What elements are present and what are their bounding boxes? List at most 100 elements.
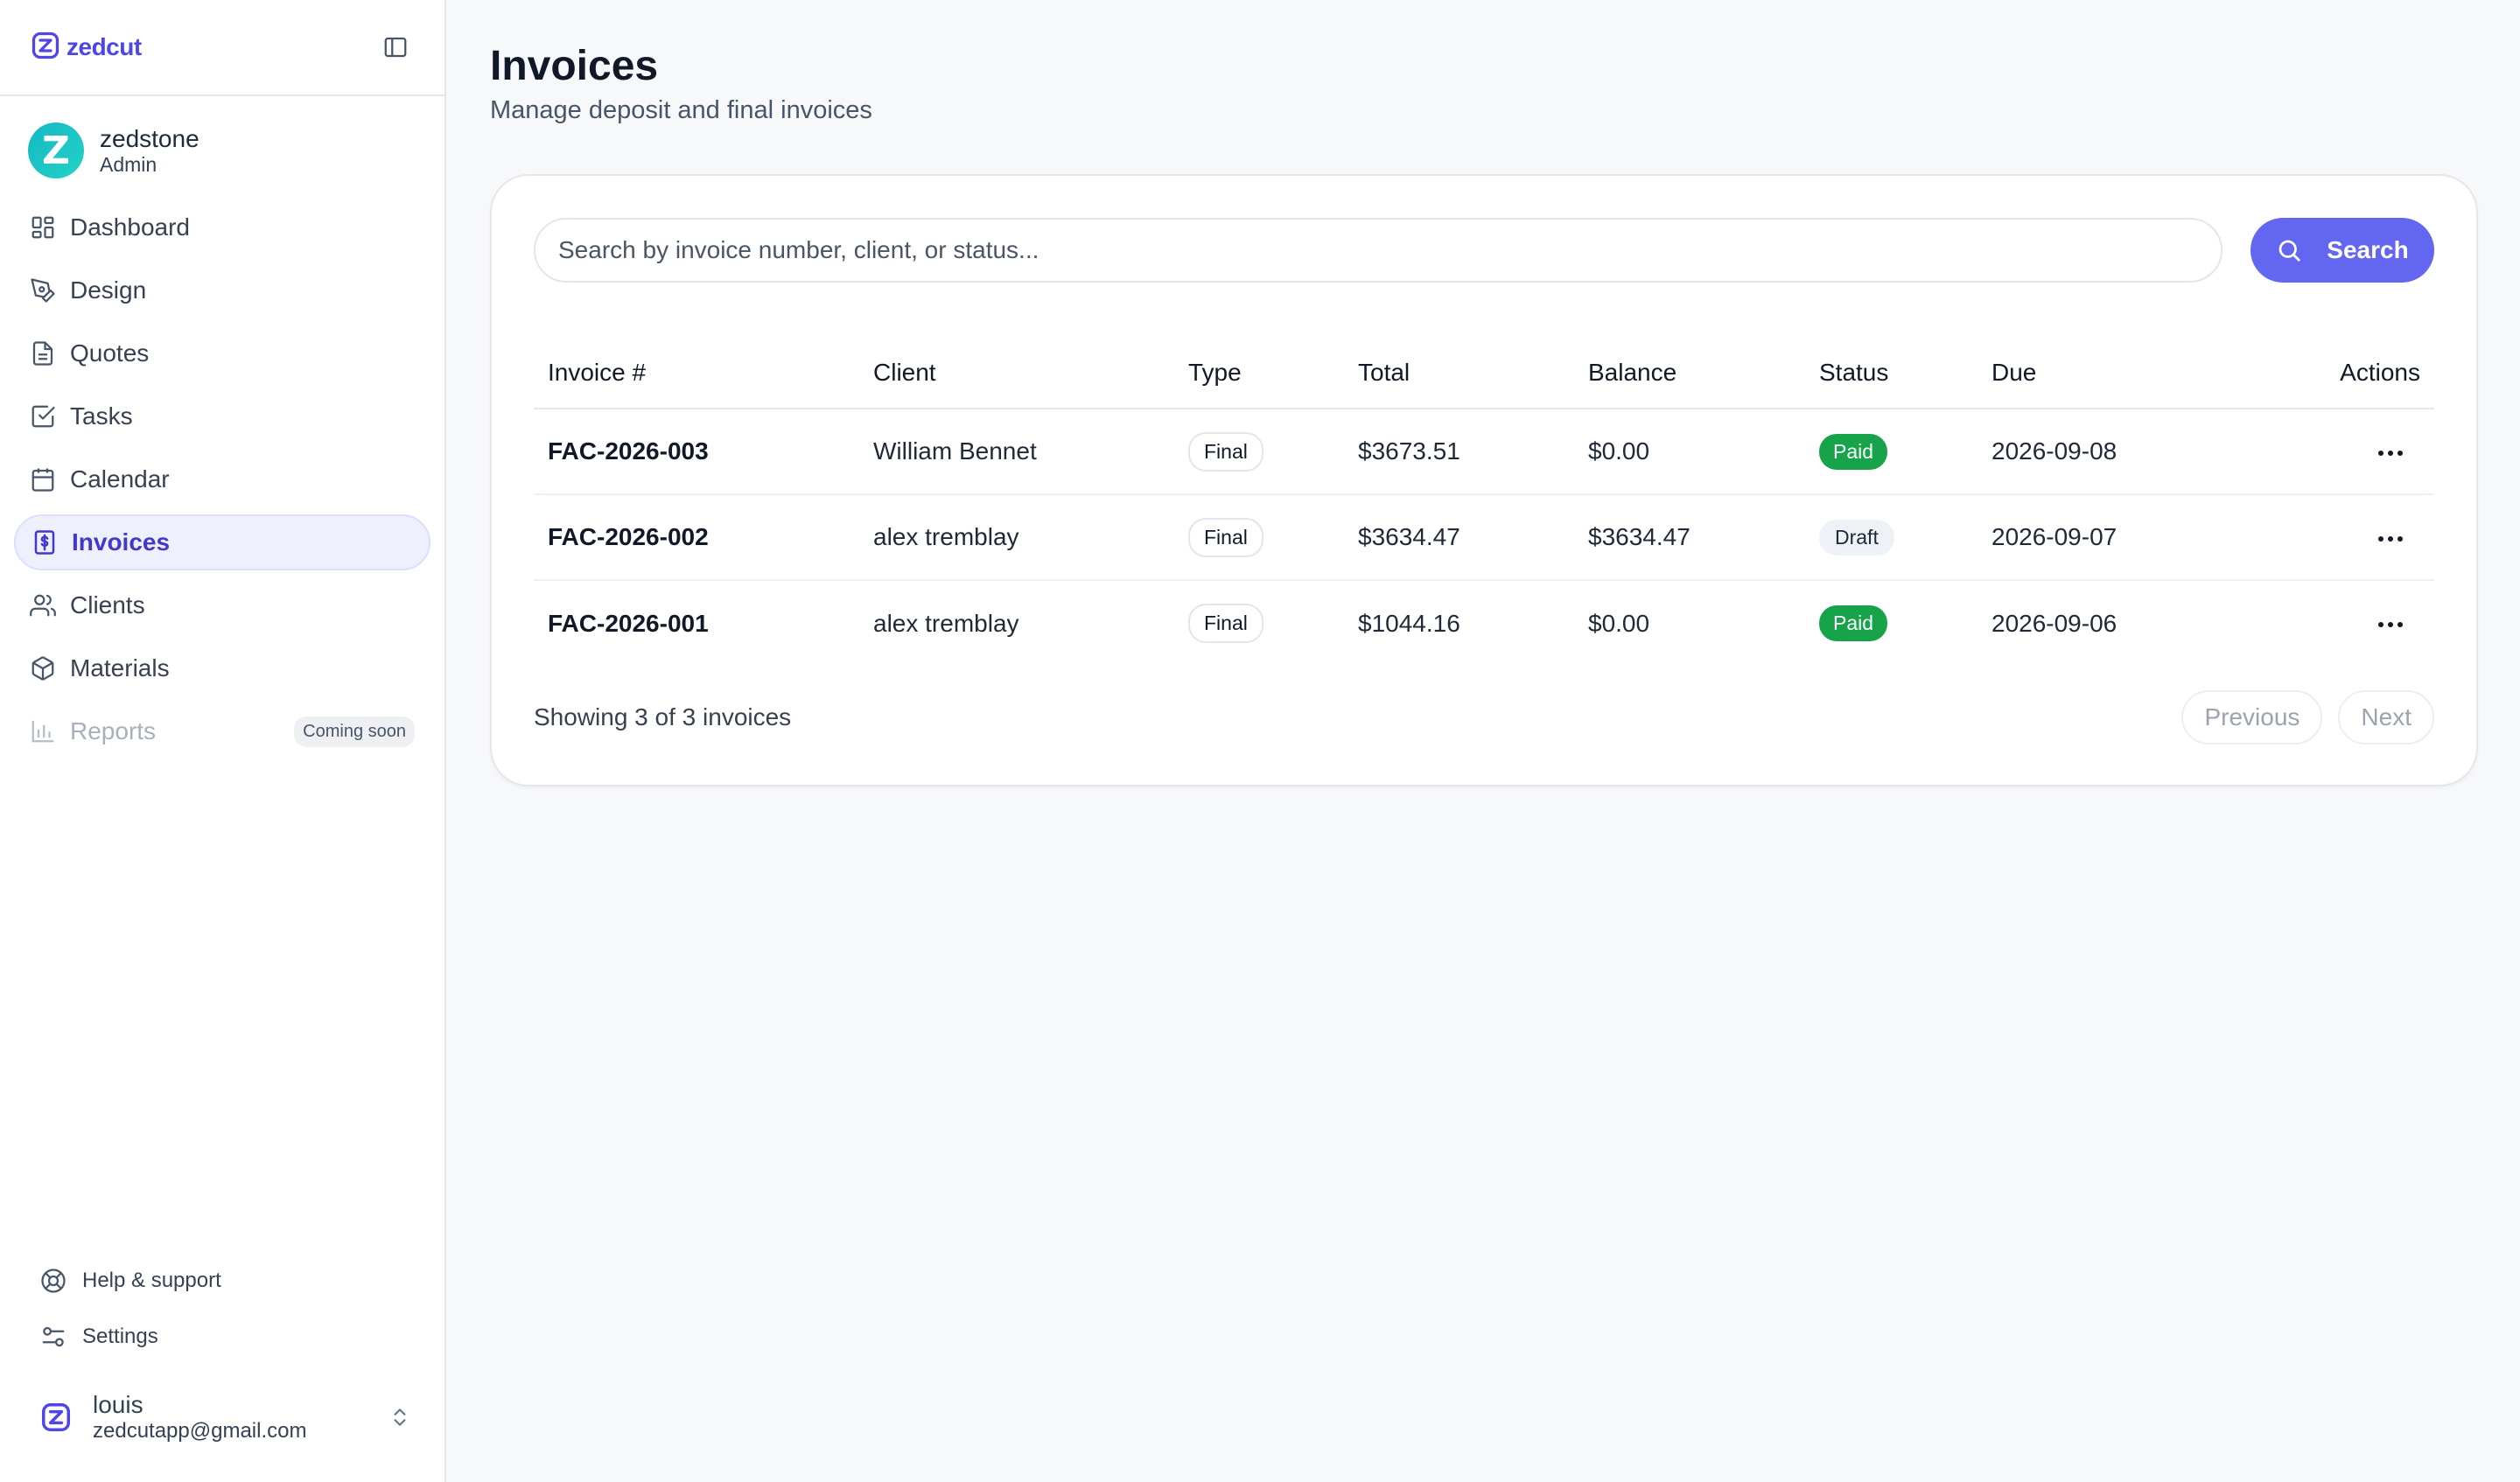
- type-cell: Final: [1174, 494, 1344, 581]
- status-cell: Paid: [1805, 580, 1978, 666]
- column-header-total[interactable]: Total: [1344, 337, 1574, 409]
- dollar-receipt-icon: [32, 529, 58, 556]
- column-header-type[interactable]: Type: [1174, 337, 1344, 409]
- sidebar-nav: Dashboard Design Quotes Tasks Calendar I…: [0, 199, 444, 759]
- balance-amount: $3634.47: [1574, 494, 1805, 581]
- sidebar-item-label: Materials: [70, 654, 170, 682]
- due-date: 2026-09-06: [1992, 609, 2118, 637]
- coming-soon-badge: Coming soon: [294, 716, 415, 747]
- pagination: Showing 3 of 3 invoices Previous Next: [534, 690, 2434, 744]
- actions-cell: [2205, 409, 2434, 495]
- zedcut-logo-icon: [30, 30, 61, 66]
- type-badge: Final: [1188, 517, 1264, 557]
- sidebar-item-clients[interactable]: Clients: [14, 577, 430, 633]
- balance-amount: $0.00: [1574, 409, 1805, 495]
- type-cell: Final: [1174, 409, 1344, 495]
- more-actions-icon[interactable]: [2378, 450, 2403, 456]
- help-support-link[interactable]: Help & support: [40, 1253, 418, 1309]
- profile-name: zedstone: [100, 125, 200, 152]
- bar-chart-icon: [30, 718, 56, 744]
- brand-logo[interactable]: zedcut: [30, 30, 142, 66]
- sidebar-item-label: Quotes: [70, 339, 150, 367]
- invoice-number[interactable]: FAC-2026-001: [534, 580, 859, 666]
- total-amount: $3634.47: [1344, 494, 1574, 581]
- box-icon: [30, 655, 56, 682]
- invoice-number[interactable]: FAC-2026-002: [534, 494, 859, 581]
- brand-header: zedcut: [0, 0, 444, 96]
- column-header-actions: Actions: [2205, 337, 2434, 409]
- user-menu[interactable]: louis zedcutapp@gmail.com: [0, 1391, 444, 1444]
- more-actions-icon[interactable]: [2378, 622, 2403, 628]
- sidebar-item-label: Clients: [70, 591, 145, 619]
- column-header-client[interactable]: Client: [859, 337, 1174, 409]
- user-avatar: [38, 1400, 74, 1435]
- search-icon: [2278, 240, 2300, 262]
- status-cell: Draft: [1805, 494, 1978, 581]
- due-date: 2026-09-07: [1978, 494, 2205, 581]
- status-badge: Paid: [1819, 433, 1888, 470]
- settings-link[interactable]: Settings: [40, 1309, 418, 1365]
- type-cell: Final: [1174, 580, 1344, 666]
- table-row[interactable]: FAC-2026-001 alex tremblay Final $1044.1…: [534, 580, 2434, 666]
- sidebar-item-label: Tasks: [70, 402, 133, 430]
- status-badge: Paid: [1819, 605, 1888, 641]
- status-badge: Draft: [1819, 519, 1894, 556]
- search-bar: Search: [534, 218, 2434, 283]
- actions-cell: [2205, 580, 2434, 666]
- pen-tool-icon: [30, 277, 56, 304]
- avatar: Z: [28, 122, 84, 178]
- user-name: louis: [93, 1391, 144, 1418]
- invoice-number[interactable]: FAC-2026-003: [534, 409, 859, 495]
- search-button-label: Search: [2327, 236, 2409, 263]
- sidebar-toggle-button[interactable]: [380, 31, 411, 63]
- sidebar-item-design[interactable]: Design: [14, 262, 430, 318]
- sidebar: zedcut Z zedstone Admin Dashboard Design…: [0, 0, 446, 1482]
- sidebar-item-label: Reports: [70, 717, 157, 744]
- sidebar-item-dashboard[interactable]: Dashboard: [14, 199, 430, 255]
- sidebar-footer-links: Help & support Settings: [0, 1253, 444, 1365]
- user-email: zedcutapp@gmail.com: [93, 1419, 307, 1443]
- pagination-buttons: Previous Next: [2181, 690, 2434, 744]
- document-icon: [30, 340, 56, 367]
- column-header-invoice[interactable]: Invoice #: [534, 337, 859, 409]
- chevrons-up-down-icon: [387, 1404, 413, 1430]
- column-header-due[interactable]: Due: [1978, 337, 2205, 409]
- page-title: Invoices: [490, 43, 659, 89]
- dashboard-icon: [30, 214, 56, 241]
- invoices-table: Invoice # Client Type Total Balance Stat…: [534, 337, 2434, 666]
- calendar-icon: [30, 466, 56, 493]
- sidebar-item-quotes[interactable]: Quotes: [14, 325, 430, 381]
- main-content: Invoices Manage deposit and final invoic…: [446, 0, 2520, 1482]
- table-header-row: Invoice # Client Type Total Balance Stat…: [534, 337, 2434, 409]
- client-name: alex tremblay: [873, 609, 1019, 637]
- total-amount: $3673.51: [1344, 409, 1574, 495]
- column-header-balance[interactable]: Balance: [1574, 337, 1805, 409]
- table-row[interactable]: FAC-2026-002 alex tremblay Final $3634.4…: [534, 494, 2434, 581]
- column-header-status[interactable]: Status: [1805, 337, 1978, 409]
- actions-cell: [2205, 494, 2434, 581]
- sidebar-item-label: Design: [70, 276, 147, 304]
- sidebar-item-calendar[interactable]: Calendar: [14, 451, 430, 507]
- page-subtitle: Manage deposit and final invoices: [490, 96, 872, 124]
- total-amount: $1044.16: [1358, 609, 1460, 637]
- sidebar-item-label: Dashboard: [70, 213, 190, 241]
- table-row[interactable]: FAC-2026-003 William Bennet Final $3673.…: [534, 409, 2434, 495]
- previous-page-button[interactable]: Previous: [2181, 690, 2323, 744]
- sidebar-item-tasks[interactable]: Tasks: [14, 388, 430, 444]
- results-summary: Showing 3 of 3 invoices: [534, 703, 792, 731]
- client-name: alex tremblay: [859, 494, 1174, 581]
- search-input[interactable]: [534, 218, 2222, 283]
- search-button[interactable]: Search: [2250, 218, 2434, 283]
- users-icon: [30, 592, 56, 619]
- client-name: William Bennet: [859, 409, 1174, 495]
- sidebar-item-materials[interactable]: Materials: [14, 640, 430, 696]
- settings-label: Settings: [82, 1325, 158, 1348]
- zedcut-logo-icon: [42, 1403, 70, 1431]
- life-buoy-icon: [41, 1269, 66, 1293]
- sidebar-item-invoices[interactable]: Invoices: [14, 514, 430, 570]
- next-page-button[interactable]: Next: [2338, 690, 2434, 744]
- help-support-label: Help & support: [82, 1269, 221, 1292]
- workspace-profile[interactable]: Z zedstone Admin: [0, 96, 444, 199]
- due-date: 2026-09-08: [1978, 409, 2205, 495]
- more-actions-icon[interactable]: [2378, 535, 2403, 542]
